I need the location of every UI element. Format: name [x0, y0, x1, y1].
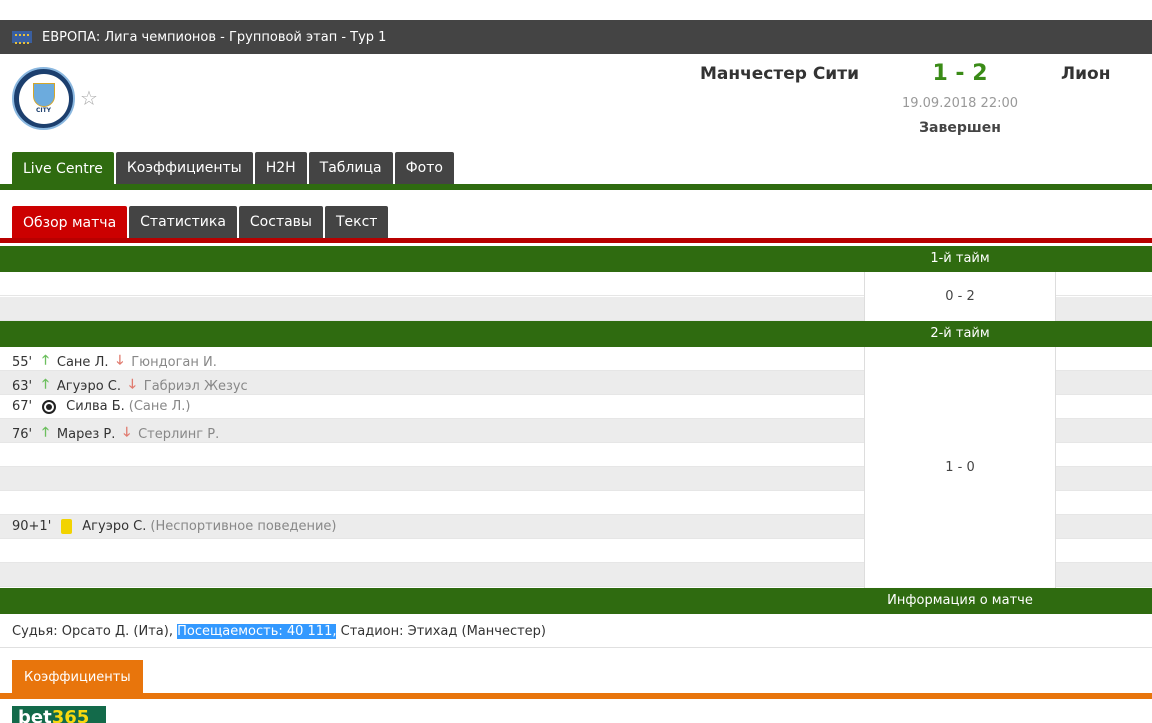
second-half-title: 2-й тайм	[930, 326, 990, 341]
sub-in-arrow-icon: 🡑	[42, 425, 49, 440]
tab-table[interactable]: Таблица	[308, 152, 393, 184]
tab-photo[interactable]: Фото	[394, 152, 454, 184]
sub-out-arrow-icon: 🡓	[129, 377, 136, 392]
team-crest: CITY	[12, 67, 75, 130]
match-info-header: Информация о матче	[0, 588, 1152, 614]
second-half-score: 1 - 0	[864, 347, 1056, 588]
sub-in-arrow-icon: 🡑	[42, 353, 49, 368]
card-player[interactable]: Агуэро С.	[82, 519, 146, 534]
yellow-card-icon	[61, 519, 73, 534]
match-score: 1 - 2	[932, 61, 988, 86]
match-info-text: Судья: Орсато Д. (Ита), Посещаемость: 40…	[12, 624, 546, 639]
crest-shield-icon	[32, 83, 55, 107]
first-half-score: 0 - 2	[864, 272, 1056, 321]
tab-live-centre[interactable]: Live Centre	[12, 152, 114, 186]
event-minute: 55'	[12, 354, 33, 370]
tab-text[interactable]: Текст	[324, 206, 389, 238]
crest-text: CITY	[35, 107, 52, 114]
player-in[interactable]: Сане Л.	[57, 355, 109, 370]
event-minute: 76'	[12, 426, 33, 442]
first-half-header: 1-й тайм	[0, 246, 1152, 272]
match-status: Завершен	[919, 120, 1001, 136]
first-half-score-value: 0 - 2	[945, 289, 975, 304]
player-in[interactable]: Агуэро С.	[57, 379, 121, 394]
tab-h2h[interactable]: H2H	[254, 152, 307, 184]
away-team-name[interactable]: Лион	[1061, 64, 1110, 84]
tab-lineups[interactable]: Составы	[238, 206, 323, 238]
match-datetime: 19.09.2018 22:00	[901, 96, 1019, 111]
goal-assist: (Сане Л.)	[128, 399, 191, 414]
tab-odds[interactable]: Коэффициенты	[115, 152, 253, 184]
event-minute: 67'	[12, 399, 33, 414]
stadium-text: Стадион: Этихад (Манчестер)	[340, 624, 546, 639]
player-out[interactable]: Габриэл Жезус	[144, 379, 248, 394]
match-page: ЕВРОПА: Лига чемпионов - Групповой этап …	[0, 0, 1152, 723]
match-info-title: Информация о матче	[887, 593, 1033, 608]
competition-bar[interactable]: ЕВРОПА: Лига чемпионов - Групповой этап …	[0, 20, 1152, 54]
referee-text: Судья: Орсато Д. (Ита),	[12, 624, 173, 639]
player-out[interactable]: Стерлинг Р.	[138, 427, 219, 442]
attendance-text: Посещаемость: 40 111,	[177, 624, 337, 639]
player-in[interactable]: Марез Р.	[57, 427, 115, 442]
tab-overview[interactable]: Обзор матча	[12, 206, 128, 240]
odds-underline	[0, 693, 1152, 699]
sub-out-arrow-icon: 🡓	[116, 353, 124, 368]
goal-scorer[interactable]: Силва Б.	[66, 399, 125, 414]
competition-title: ЕВРОПА: Лига чемпионов - Групповой этап …	[42, 29, 387, 45]
bet365-logo[interactable]: bet365	[12, 706, 106, 723]
event-minute: 90+1'	[12, 519, 52, 534]
home-team-name[interactable]: Манчестер Сити	[700, 64, 859, 84]
goal-ball-icon	[42, 399, 57, 414]
main-tabs: Live Centre Коэффициенты H2H Таблица Фот…	[12, 152, 454, 186]
tab-statistics[interactable]: Статистика	[129, 206, 237, 238]
crest-inner: CITY	[18, 73, 69, 124]
event-minute: 63'	[12, 378, 33, 394]
europe-flag-icon	[12, 31, 32, 44]
divider	[0, 647, 1152, 648]
sub-tabs: Обзор матча Статистика Составы Текст	[12, 206, 389, 240]
card-reason: (Неспортивное поведение)	[150, 519, 337, 534]
sub-out-arrow-icon: 🡓	[123, 425, 131, 440]
second-half-score-value: 1 - 0	[945, 460, 975, 475]
main-tabs-underline	[0, 184, 1152, 190]
sub-tabs-underline	[0, 238, 1152, 243]
sub-in-arrow-icon: 🡑	[42, 377, 49, 392]
favorite-star-icon[interactable]: ☆	[80, 86, 98, 110]
odds-section-tab[interactable]: Коэффициенты	[12, 660, 143, 694]
first-half-title: 1-й тайм	[930, 251, 990, 266]
player-out[interactable]: Гюндоган И.	[131, 355, 217, 370]
second-half-header: 2-й тайм	[0, 321, 1152, 347]
